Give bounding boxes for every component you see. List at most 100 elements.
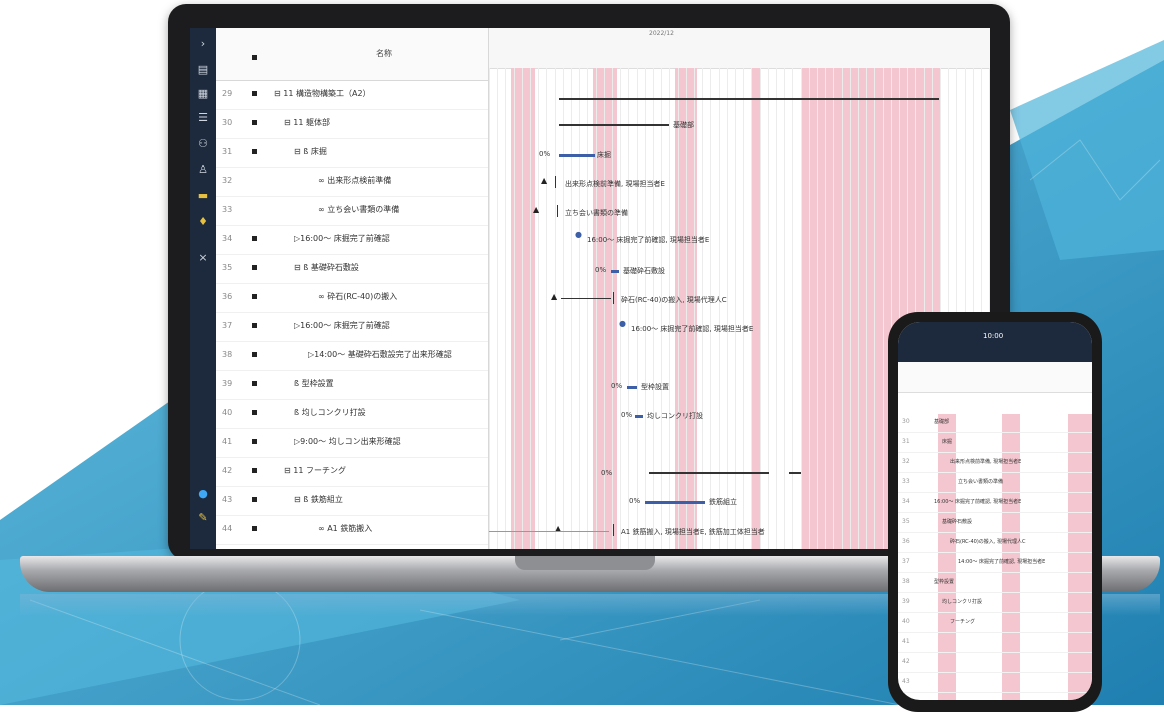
row-checkbox[interactable] (252, 381, 257, 386)
grid-line (497, 68, 499, 549)
phone-row[interactable]: 31 床掘 (898, 434, 1092, 453)
table-row[interactable]: 31 ⊟ ß 床掘 (216, 138, 488, 168)
org-icon[interactable]: ⚇ (195, 136, 211, 152)
grid-line (636, 68, 638, 549)
phone-row-number: 40 (902, 618, 910, 625)
grid-line (849, 68, 851, 549)
task-bar[interactable] (611, 270, 619, 273)
row-checkbox[interactable] (252, 265, 257, 270)
table-row[interactable]: 35 ⊟ ß 基礎砕石敷設 (216, 254, 488, 284)
grid-line (759, 68, 761, 549)
phone-row[interactable]: 37 14:00～ 床掘完了前確認, 現場担当者E (898, 554, 1092, 573)
row-checkbox[interactable] (252, 149, 257, 154)
list-icon[interactable]: ▤ (195, 62, 211, 78)
gantt-label: 基礎部 (673, 121, 694, 129)
grid-line (620, 68, 622, 549)
phone-row-number: 33 (902, 478, 910, 485)
gantt-label: 立ち会い書類の準備 (565, 209, 628, 217)
table-row[interactable]: 41 ▷9:00～ 均しコン出来形確認 (216, 428, 488, 458)
grid-line (743, 68, 745, 549)
row-checkbox[interactable] (252, 497, 257, 502)
row-checkbox[interactable] (252, 439, 257, 444)
table-row[interactable]: 29 ⊟ 11 構造物構築工（A2） (216, 80, 488, 110)
phone-row[interactable]: 41 (898, 634, 1092, 653)
row-number: 40 (222, 408, 233, 417)
grid-line (718, 68, 720, 549)
task-bar[interactable] (645, 501, 705, 504)
table-row[interactable]: 36 ∞ 砕石(RC-40)の搬入 (216, 283, 488, 313)
phone-row-number: 34 (902, 498, 910, 505)
row-checkbox[interactable] (252, 236, 257, 241)
row-checkbox[interactable] (252, 323, 257, 328)
grid-line (628, 68, 630, 549)
grid-line (735, 68, 736, 549)
row-checkbox[interactable] (252, 526, 257, 531)
calendar-icon[interactable]: ▦ (195, 86, 211, 102)
phone-row[interactable]: 30 基礎部 (898, 414, 1092, 433)
table-row[interactable]: 32 ∞ 出来形点検前準備 (216, 167, 488, 197)
task-bar[interactable] (635, 415, 643, 418)
grid-line (530, 68, 531, 549)
gantt-label: 16:00～ 床掘完了前確認, 現場担当者E (631, 325, 754, 333)
phone-row[interactable]: 38 型枠設置 (898, 574, 1092, 593)
status-dot-icon[interactable]: ● (195, 486, 211, 502)
laptop-screen: › ▤ ▦ ☰ ⚇ ♙ ▬ ♦ × ● ✎ 名称 29 ⊟ 11 構造物構築工（A… (190, 28, 990, 549)
phone-row[interactable]: 33 立ち会い書類の準備 (898, 474, 1092, 493)
day-scale (489, 40, 990, 64)
side-nav: › ▤ ▦ ☰ ⚇ ♙ ▬ ♦ × ● ✎ (190, 28, 216, 549)
phone-row[interactable]: 40 フーチング (898, 614, 1092, 633)
table-row[interactable]: 43 ⊟ ß 鉄筋組立 (216, 486, 488, 516)
table-row[interactable]: 40 ß 均しコンクリ打設 (216, 399, 488, 429)
phone-row[interactable]: 32 出来形点検前準備, 現場担当者E (898, 454, 1092, 473)
phone-row[interactable]: 35 基礎砕石敷設 (898, 514, 1092, 533)
table-row[interactable]: 33 ∞ 立ち会い書類の準備 (216, 196, 488, 226)
table-row[interactable]: 37 ▷16:00～ 床掘完了前確認 (216, 312, 488, 342)
phone-row-number: 43 (902, 678, 910, 685)
summary-line (789, 472, 801, 474)
table-row[interactable]: 44 ∞ A1 鉄筋搬入 (216, 515, 488, 545)
task-table: 名称 29 ⊟ 11 構造物構築工（A2） 30 ⊟ 11 躯体部 31 ⊟ ß 床掘 32… (216, 28, 489, 549)
phone-row[interactable]: 39 均しコンクリ打設 (898, 594, 1092, 613)
chevron-right-icon[interactable]: › (195, 36, 211, 52)
gantt-pct: 0% (611, 382, 623, 390)
user-icon[interactable]: ♙ (195, 162, 211, 178)
phone-row[interactable]: 43 (898, 674, 1092, 693)
gantt-label: 均しコンクリ打設 (647, 412, 703, 420)
row-checkbox[interactable] (252, 120, 257, 125)
pen-icon[interactable]: ✎ (195, 510, 211, 526)
close-icon[interactable]: × (195, 250, 211, 266)
task-bar[interactable] (559, 154, 595, 157)
row-checkbox[interactable] (252, 410, 257, 415)
row-checkbox[interactable] (252, 352, 257, 357)
row-label: ⊟ ß 床掘 (294, 147, 327, 156)
folder-icon[interactable]: ▬ (195, 188, 211, 204)
table-row[interactable]: 39 ß 型枠設置 (216, 370, 488, 400)
header-checkbox[interactable] (252, 55, 257, 60)
grid-line (644, 68, 646, 549)
table-row[interactable]: 38 ▷14:00～ 基礎砕石敷設完了出来形確認 (216, 341, 488, 371)
gantt-pct: 0% (621, 411, 633, 419)
list-indent-icon[interactable]: ☰ (195, 110, 211, 126)
row-checkbox[interactable] (252, 468, 257, 473)
row-label: ⊟ 11 躯体部 (284, 118, 330, 127)
grid-line (685, 68, 687, 549)
grid-line (546, 68, 548, 549)
row-number: 31 (222, 147, 233, 156)
grid-line (767, 68, 769, 549)
phone-row[interactable]: 34 16:00～ 床掘完了前確認, 現場担当者E (898, 494, 1092, 513)
row-checkbox[interactable] (252, 294, 257, 299)
table-row[interactable]: 42 ⊟ 11 フーチング (216, 457, 488, 487)
table-row[interactable]: 30 ⊟ 11 躯体部 (216, 109, 488, 139)
table-row[interactable]: 34 ▷16:00～ 床掘完了前確認 (216, 225, 488, 255)
task-bar[interactable] (627, 386, 637, 389)
row-label: ▷16:00～ 床掘完了前確認 (294, 234, 390, 243)
phone-row[interactable]: 42 (898, 654, 1092, 673)
bulb-icon[interactable]: ♦ (195, 214, 211, 230)
grid-line (800, 68, 802, 549)
row-checkbox[interactable] (252, 91, 257, 96)
phone-row[interactable]: 36 砕石(RC-40)の搬入, 現場代理人C (898, 534, 1092, 553)
row-number: 39 (222, 379, 233, 388)
grid-line (751, 68, 753, 549)
row-number: 33 (222, 205, 233, 214)
phone-row-label: 基礎砕石敷設 (942, 519, 973, 525)
